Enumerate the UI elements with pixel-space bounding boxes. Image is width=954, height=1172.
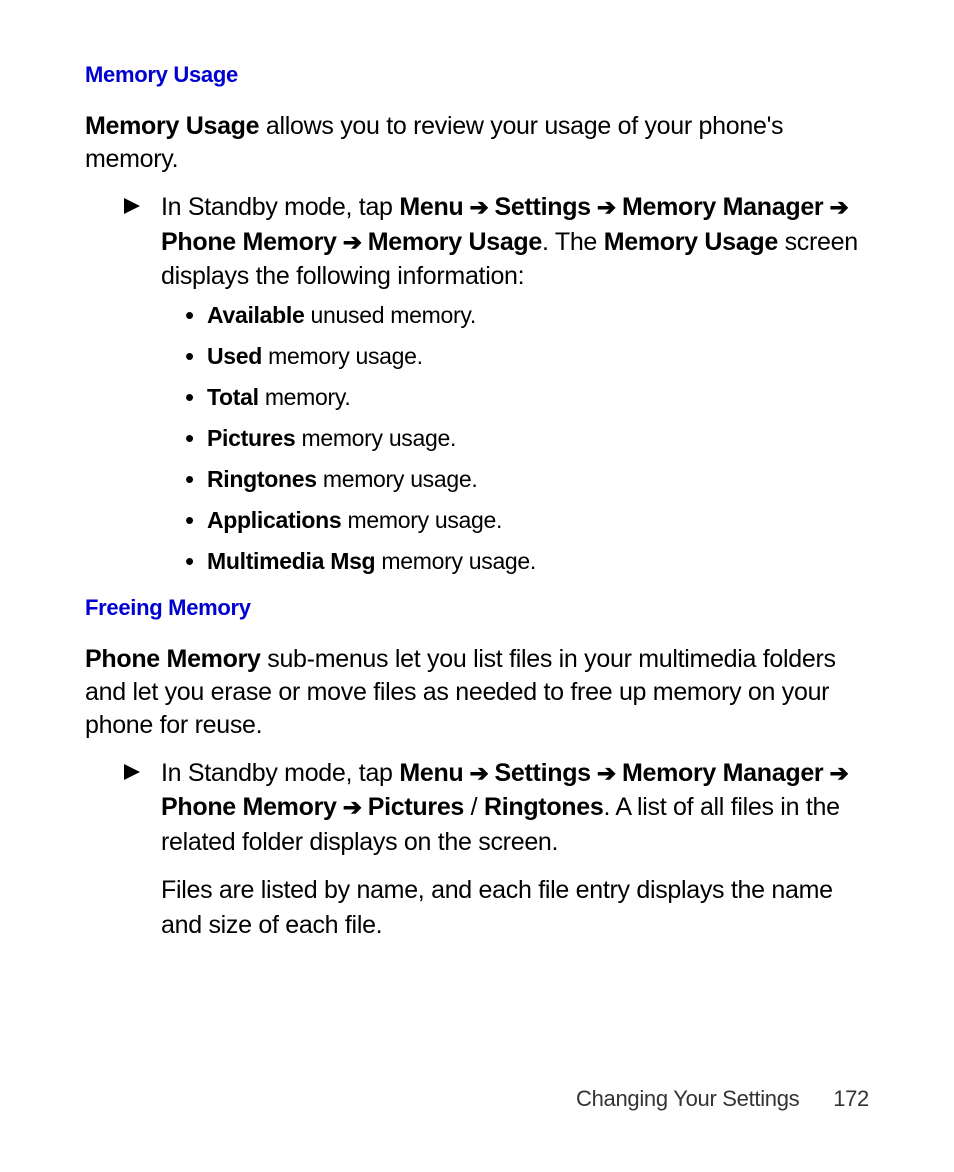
paragraph-freeing-memory-intro: Phone Memory sub-menus let you list file… — [85, 643, 869, 742]
text: memory usage. — [341, 507, 502, 533]
nav-menu: Menu — [399, 193, 463, 221]
nav-memory-manager: Memory Manager — [622, 759, 823, 787]
document-page: Memory Usage Memory Usage allows you to … — [0, 0, 954, 1002]
nav-memory-manager: Memory Manager — [622, 193, 823, 221]
text: memory usage. — [317, 466, 478, 492]
list-item: Total memory. — [185, 386, 869, 409]
list-item: Applications memory usage. — [185, 509, 869, 532]
arrow-separator: ➔ — [591, 760, 622, 786]
text-bold: Pictures — [207, 425, 295, 451]
heading-memory-usage: Memory Usage — [85, 62, 869, 88]
text-bold: Ringtones — [207, 466, 317, 492]
text-bold: Applications — [207, 507, 341, 533]
list-item: Multimedia Msg memory usage. — [185, 550, 869, 573]
step-freeing-memory: In Standby mode, tap Menu ➔ Settings ➔ M… — [123, 756, 869, 943]
text: memory usage. — [262, 343, 423, 369]
arrow-separator: ➔ — [591, 194, 622, 220]
paragraph-memory-usage-intro: Memory Usage allows you to review your u… — [85, 110, 869, 176]
arrow-separator: ➔ — [823, 194, 848, 220]
page-number: 172 — [833, 1086, 869, 1111]
text: memory usage. — [375, 548, 536, 574]
list-item: Available unused memory. — [185, 304, 869, 327]
arrow-separator: ➔ — [337, 794, 368, 820]
text: memory. — [259, 384, 351, 410]
text-bold: Total — [207, 384, 259, 410]
page-footer: Changing Your Settings 172 — [576, 1086, 869, 1112]
footer-section-label: Changing Your Settings — [576, 1086, 799, 1111]
text-bold: Memory Usage — [85, 112, 259, 140]
arrow-separator: ➔ — [463, 760, 494, 786]
nav-settings: Settings — [495, 759, 591, 787]
arrow-separator: ➔ — [823, 760, 848, 786]
heading-freeing-memory: Freeing Memory — [85, 595, 869, 621]
nav-ringtones: Ringtones — [484, 793, 604, 821]
nav-phone-memory: Phone Memory — [161, 793, 337, 821]
text: In Standby mode, tap — [161, 759, 399, 787]
nav-menu: Menu — [399, 759, 463, 787]
list-item: Pictures memory usage. — [185, 427, 869, 450]
list-item: Ringtones memory usage. — [185, 468, 869, 491]
arrow-separator: ➔ — [337, 229, 368, 255]
step-text: In Standby mode, tap Menu ➔ Settings ➔ M… — [161, 190, 869, 294]
text: / — [464, 793, 484, 821]
text-bold: Available — [207, 302, 304, 328]
text-bold: Phone Memory — [85, 645, 261, 673]
text: In Standby mode, tap — [161, 193, 399, 221]
list-item: Used memory usage. — [185, 345, 869, 368]
nav-phone-memory: Phone Memory — [161, 228, 337, 256]
triangle-right-icon — [123, 197, 141, 215]
text: . The — [542, 228, 604, 256]
arrow-separator: ➔ — [463, 194, 494, 220]
text-bold: Used — [207, 343, 262, 369]
step-text: In Standby mode, tap Menu ➔ Settings ➔ M… — [161, 756, 869, 943]
nav-pictures: Pictures — [368, 793, 464, 821]
bullet-list-memory-items: Available unused memory. Used memory usa… — [185, 304, 869, 573]
nav-memory-usage: Memory Usage — [368, 228, 542, 256]
step-memory-usage: In Standby mode, tap Menu ➔ Settings ➔ M… — [123, 190, 869, 294]
text: unused memory. — [304, 302, 475, 328]
text-bold: Memory Usage — [604, 228, 778, 256]
text-bold: Multimedia Msg — [207, 548, 375, 574]
step-extra-text: Files are listed by name, and each file … — [161, 873, 869, 942]
text: memory usage. — [295, 425, 456, 451]
triangle-right-icon — [123, 763, 141, 781]
nav-settings: Settings — [495, 193, 591, 221]
